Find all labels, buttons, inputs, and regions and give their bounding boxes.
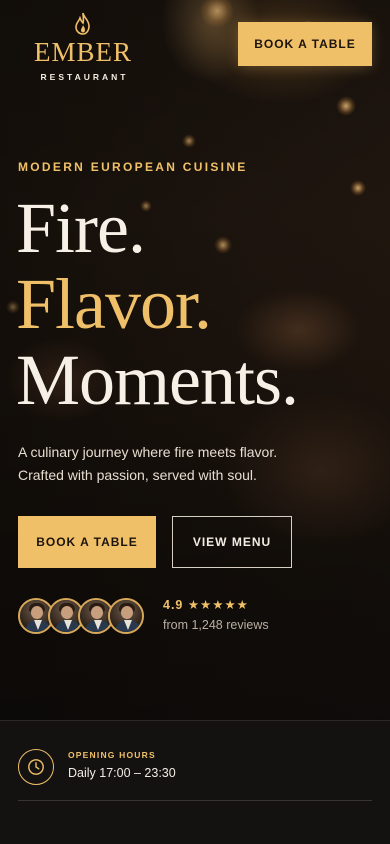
rating-score: 4.9 ★★★★★ — [163, 598, 249, 612]
view-menu-button[interactable]: VIEW MENU — [172, 516, 292, 568]
hero-section: EMBER RESTAURANT BOOK A TABLE MODERN EUR… — [0, 0, 390, 720]
review-count: from 1,248 reviews — [163, 618, 269, 632]
headline-line-3: Moments. — [16, 340, 299, 420]
book-table-button[interactable]: BOOK A TABLE — [18, 516, 156, 568]
headline-line-1: Fire. — [16, 188, 146, 268]
hero-description-line: A culinary journey where fire meets flav… — [18, 444, 278, 460]
reviewer-avatars — [18, 598, 144, 636]
flame-icon — [75, 12, 90, 35]
opening-hours-value: Daily 17:00 – 23:30 — [68, 766, 176, 780]
brand-name: EMBER — [34, 37, 133, 67]
hero-eyebrow: MODERN EUROPEAN CUISINE — [18, 160, 248, 174]
hero-description: A culinary journey where fire meets flav… — [18, 441, 338, 487]
brand-logo[interactable]: EMBER RESTAURANT — [34, 12, 132, 82]
divider — [18, 800, 372, 801]
clock-icon — [18, 749, 54, 785]
headline-line-2: Flavor. — [16, 264, 212, 344]
brand-subtitle: RESTAURANT — [40, 72, 129, 82]
opening-hours-label: OPENING HOURS — [68, 750, 156, 760]
header-book-table-button[interactable]: BOOK A TABLE — [238, 22, 372, 66]
avatar — [108, 598, 144, 634]
info-bar: OPENING HOURS Daily 17:00 – 23:30 — [0, 720, 390, 844]
hero-description-line: Crafted with passion, served with soul. — [18, 467, 257, 483]
